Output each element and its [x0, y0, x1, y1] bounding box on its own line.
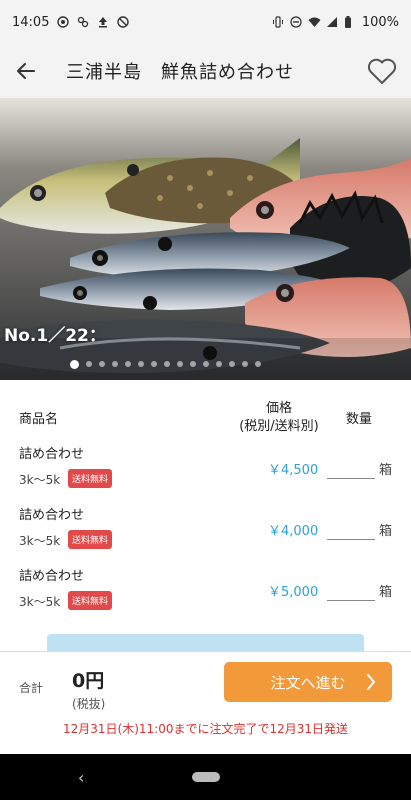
quantity-input[interactable] [327, 518, 375, 540]
table-row: 詰め合わせ 3k～5k 送料無料 ￥5,000 箱 [0, 565, 411, 625]
gallery-dot[interactable] [229, 361, 235, 367]
signal-icon [326, 16, 338, 28]
system-nav-bar: ‹ [0, 754, 411, 800]
system-home-pill[interactable] [192, 772, 220, 782]
item-size: 3k～5k [19, 534, 61, 548]
free-shipping-badge: 送料無料 [68, 591, 113, 610]
quantity-unit: 箱 [379, 524, 393, 539]
item-name: 詰め合わせ [19, 508, 85, 523]
favorite-button[interactable] [367, 56, 397, 86]
heart-icon [367, 58, 397, 84]
chevron-right-icon [367, 674, 375, 690]
chrome-icon [57, 16, 70, 28]
item-name: 詰め合わせ [19, 447, 85, 462]
gallery-dots [70, 360, 261, 369]
free-shipping-badge: 送料無料 [68, 469, 113, 488]
table-header: 商品名 価格 (税別/送料別) 数量 [0, 400, 411, 436]
page-title: 三浦半島 鮮魚詰め合わせ [66, 62, 294, 83]
gallery-dot[interactable] [203, 361, 209, 367]
total-label: 合計 [19, 681, 44, 695]
dnd-icon [117, 16, 130, 28]
shipping-deadline-notice: 12月31日(木)11:00までに注文完了で12月31日発送 [62, 722, 349, 736]
gallery-dot[interactable] [177, 361, 183, 367]
table-row: 詰め合わせ 3k～5k 送料無料 ￥4,000 箱 [0, 504, 411, 564]
clock: 14:05 [12, 14, 50, 30]
order-footer: 合計 0円 (税抜) 注文へ進む 12月31日(木)11:00までに注文完了で1… [0, 651, 411, 754]
item-size: 3k～5k [19, 595, 61, 609]
tax-note: (税抜) [72, 697, 106, 711]
battery-icon [344, 16, 356, 28]
quantity-input[interactable] [327, 457, 375, 479]
battery-level: 100% [361, 14, 399, 30]
proceed-to-order-label: 注文へ進む [270, 673, 346, 692]
gallery-dot[interactable] [99, 361, 105, 367]
total-value: 0円 [72, 670, 105, 692]
wifi-icon [308, 16, 321, 28]
gallery-dot[interactable] [138, 361, 144, 367]
sync-icon [77, 16, 89, 28]
gallery-dot[interactable] [190, 361, 196, 367]
gallery-dot[interactable] [255, 361, 261, 367]
quantity-unit: 箱 [379, 585, 393, 600]
gallery-counter: No.1／22： [4, 326, 106, 346]
free-shipping-badge: 送料無料 [68, 530, 113, 549]
column-header-price-line1: 価格 [265, 401, 292, 416]
gallery-dot[interactable] [164, 361, 170, 367]
app-bar: 三浦半島 鮮魚詰め合わせ [0, 44, 411, 98]
vibrate-icon [272, 16, 284, 28]
item-name: 詰め合わせ [19, 569, 85, 584]
gallery-dot[interactable] [242, 361, 248, 367]
quantity-input[interactable] [327, 579, 375, 601]
status-bar: 14:05 100% [0, 0, 411, 44]
table-row: 詰め合わせ 3k～5k 送料無料 ￥4,500 箱 [0, 443, 411, 503]
item-price: ￥5,000 [268, 585, 319, 600]
upload-icon [97, 16, 109, 28]
proceed-to-order-button[interactable]: 注文へ進む [224, 662, 392, 702]
gallery-dot[interactable] [70, 360, 79, 369]
gallery-dot[interactable] [151, 361, 157, 367]
column-header-price-line2: (税別/送料別) [239, 419, 319, 434]
system-back-icon[interactable]: ‹ [78, 768, 84, 787]
column-header-qty: 数量 [346, 412, 373, 427]
column-header-price: 価格 (税別/送料別) [234, 400, 324, 436]
gallery-dot[interactable] [216, 361, 222, 367]
column-header-name: 商品名 [19, 412, 59, 427]
minus-circle-icon [290, 16, 302, 28]
gallery-dot[interactable] [112, 361, 118, 367]
gallery-dot[interactable] [86, 361, 92, 367]
gallery-dot[interactable] [125, 361, 131, 367]
item-price: ￥4,000 [268, 524, 319, 539]
back-button[interactable] [0, 44, 52, 98]
item-size: 3k～5k [19, 473, 61, 487]
item-price: ￥4,500 [268, 463, 319, 478]
arrow-left-icon [17, 63, 35, 79]
quantity-unit: 箱 [379, 463, 393, 478]
